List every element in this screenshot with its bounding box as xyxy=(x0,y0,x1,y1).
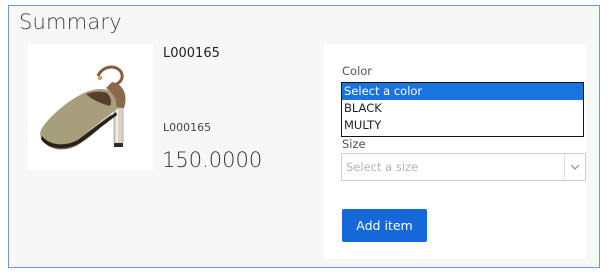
size-placeholder: Select a size xyxy=(346,160,419,174)
shoe-image xyxy=(40,65,126,150)
color-select-dropdown[interactable]: Select a color BLACK MULTY xyxy=(341,82,584,137)
add-item-button[interactable]: Add item xyxy=(342,209,427,242)
product-sku-secondary: L000165 xyxy=(163,121,212,134)
product-image xyxy=(28,44,153,170)
size-select[interactable]: Select a size xyxy=(341,153,586,181)
product-sku: L000165 xyxy=(163,46,220,61)
color-label: Color xyxy=(342,64,373,78)
size-label: Size xyxy=(342,137,366,151)
page-title: Summary xyxy=(19,10,122,34)
product-price: 150.0000 xyxy=(162,148,263,172)
chevron-down-icon[interactable] xyxy=(564,154,585,180)
color-option-black[interactable]: BLACK xyxy=(342,100,583,117)
color-option-placeholder[interactable]: Select a color xyxy=(342,83,583,100)
color-option-multy[interactable]: MULTY xyxy=(342,117,583,134)
